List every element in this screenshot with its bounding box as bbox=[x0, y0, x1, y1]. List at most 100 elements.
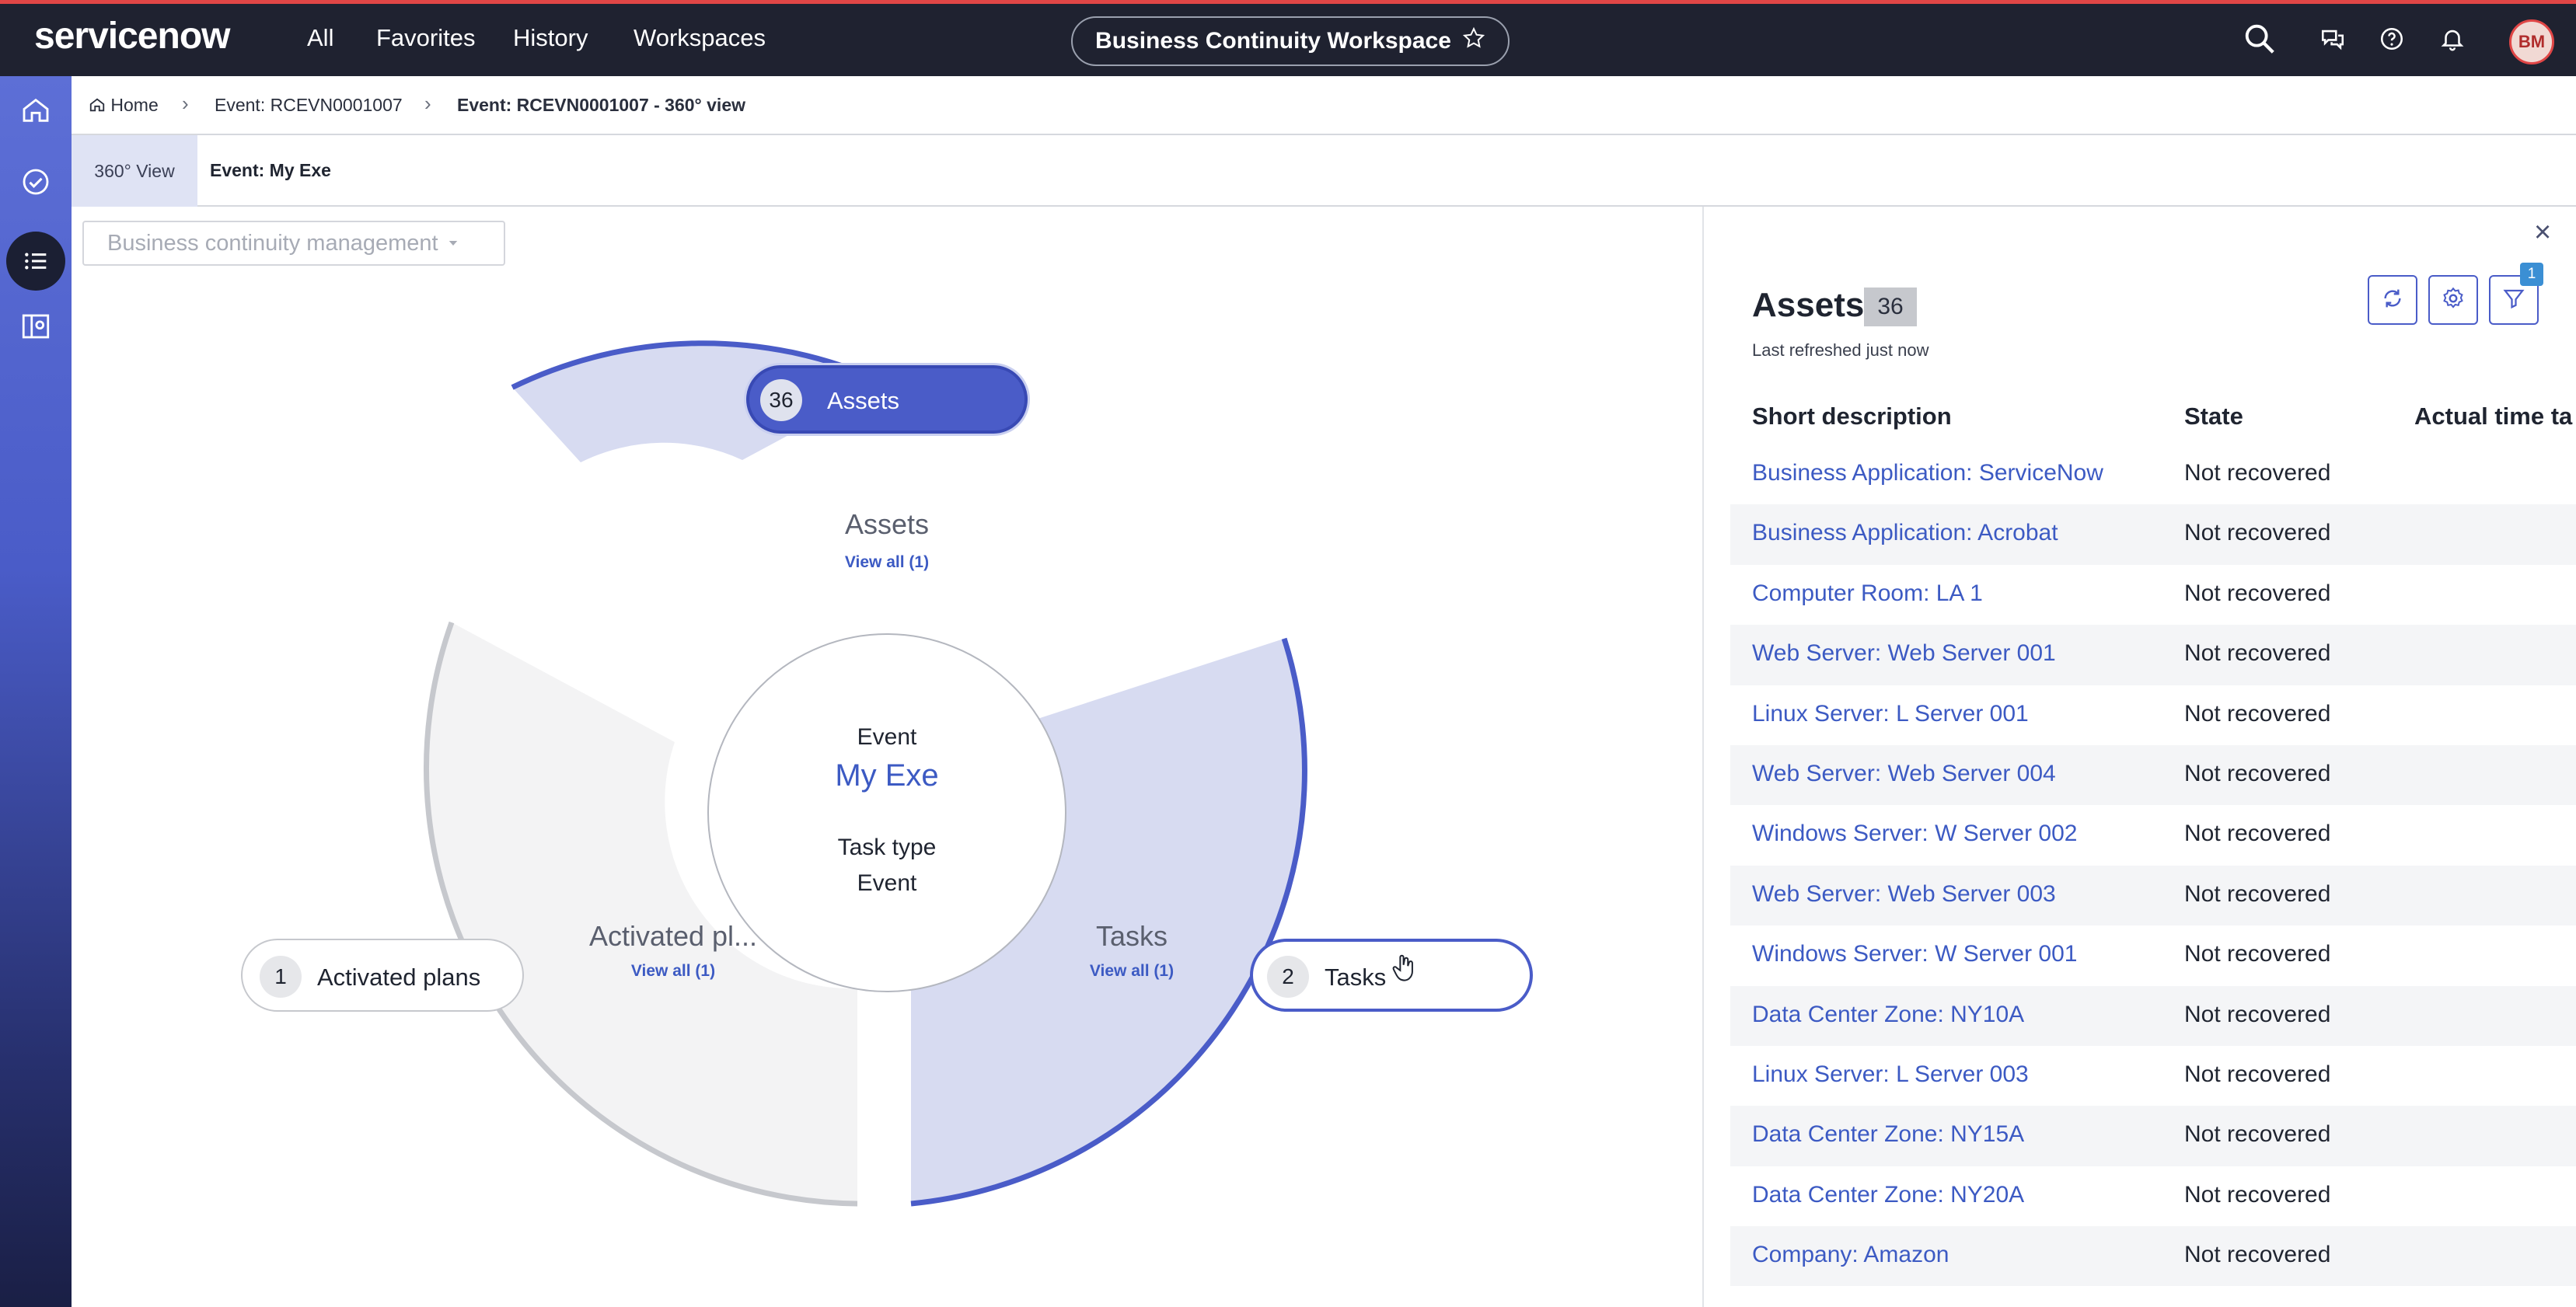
table-row: Computer Room: LA 1 Not recovered bbox=[1730, 565, 2576, 625]
column-state[interactable]: State bbox=[2184, 403, 2243, 430]
nav-workspaces[interactable]: Workspaces bbox=[634, 24, 766, 52]
home-small-icon bbox=[89, 98, 105, 112]
column-actual-time[interactable]: Actual time ta bbox=[2414, 403, 2572, 430]
row-state: Not recovered bbox=[2184, 880, 2331, 907]
row-description-link[interactable]: Computer Room: LA 1 bbox=[1752, 580, 1983, 607]
table-row: Web Server: Web Server 001 Not recovered bbox=[1730, 625, 2576, 685]
workspace-title: Business Continuity Workspace bbox=[1095, 28, 1451, 54]
settings-button[interactable] bbox=[2428, 275, 2478, 325]
row-state: Not recovered bbox=[2184, 700, 2331, 727]
table-header: Short description State Actual time ta bbox=[1730, 387, 2576, 444]
row-description-link[interactable]: Windows Server: W Server 001 bbox=[1752, 941, 2077, 967]
filter-count-badge: 1 bbox=[2520, 263, 2543, 286]
tasks-view-all-link[interactable]: View all (1) bbox=[1007, 962, 1256, 981]
tab-event[interactable]: Event: My Exe bbox=[210, 160, 331, 181]
chat-icon[interactable] bbox=[2319, 26, 2346, 56]
table-row: Linux Server: L Server 001 Not recovered bbox=[1730, 685, 2576, 745]
panel-count-badge: 36 bbox=[1864, 288, 1917, 326]
row-state: Not recovered bbox=[2184, 1061, 2331, 1087]
chevron-right-icon: › bbox=[182, 92, 189, 115]
table-row: Data Center Zone: NY15A Not recovered bbox=[1730, 1106, 2576, 1166]
row-description-link[interactable]: Data Center Zone: NY15A bbox=[1752, 1121, 2024, 1148]
plans-segment-title: Activated pl... bbox=[588, 920, 758, 952]
center-event-name[interactable]: My Exe bbox=[755, 758, 1019, 793]
assets-panel: × Assets 36 Last refreshed just now 1 Sh… bbox=[1702, 207, 2576, 1307]
row-state: Not recovered bbox=[2184, 760, 2331, 786]
chevron-right-icon: › bbox=[424, 92, 431, 115]
top-header: servicenow All Favorites History Workspa… bbox=[0, 0, 2576, 76]
assets-view-all-link[interactable]: View all (1) bbox=[755, 553, 1019, 572]
home-icon[interactable] bbox=[14, 89, 58, 132]
row-description-link[interactable]: Linux Server: L Server 003 bbox=[1752, 1061, 2029, 1088]
row-description-link[interactable]: Company: Amazon bbox=[1752, 1242, 1949, 1268]
workspace-title-pill[interactable]: Business Continuity Workspace bbox=[1071, 16, 1510, 66]
last-refreshed: Last refreshed just now bbox=[1752, 340, 1929, 360]
plans-pill-count: 1 bbox=[260, 956, 302, 998]
filter-icon bbox=[2502, 287, 2525, 314]
table-row: Linux Server: L Server 003 Not recovered bbox=[1730, 1046, 2576, 1106]
left-rail bbox=[0, 76, 72, 1307]
tasks-segment-title: Tasks bbox=[1095, 920, 1168, 952]
row-description-link[interactable]: Business Application: Acrobat bbox=[1752, 520, 2058, 546]
assets-pill[interactable]: 36 Assets bbox=[746, 365, 1028, 434]
assets-pill-label: Assets bbox=[827, 387, 900, 414]
tab-360-view[interactable]: 360° View bbox=[72, 135, 197, 207]
plans-pill-label: Activated plans bbox=[317, 964, 481, 991]
table-row: Web Server: Web Server 003 Not recovered bbox=[1730, 865, 2576, 926]
panel-title: Assets bbox=[1752, 286, 1865, 324]
activated-plans-pill[interactable]: 1 Activated plans bbox=[241, 939, 524, 1012]
servicenow-logo[interactable]: servicenow bbox=[34, 15, 230, 58]
checkmark-icon[interactable] bbox=[14, 160, 58, 204]
refresh-button[interactable] bbox=[2368, 275, 2417, 325]
row-description-link[interactable]: Windows Server: W Server 002 bbox=[1752, 821, 2077, 847]
table-row: Data Center Zone: NY10A Not recovered bbox=[1730, 985, 2576, 1046]
row-state: Not recovered bbox=[2184, 1121, 2331, 1148]
row-description-link[interactable]: Data Center Zone: NY10A bbox=[1752, 1002, 2024, 1028]
close-icon[interactable]: × bbox=[2534, 216, 2551, 249]
table-row: Business Application: Acrobat Not recover… bbox=[1730, 504, 2576, 565]
tab-bar: 360° View Event: My Exe bbox=[72, 135, 2576, 207]
table-row: Windows Server: W Server 001 Not recovere… bbox=[1730, 925, 2576, 985]
map-icon[interactable] bbox=[14, 305, 58, 348]
nav-favorites[interactable]: Favorites bbox=[376, 24, 475, 52]
row-description-link[interactable]: Linux Server: L Server 001 bbox=[1752, 701, 2029, 727]
search-icon[interactable] bbox=[2242, 21, 2278, 61]
row-state: Not recovered bbox=[2184, 1001, 2331, 1027]
assets-segment-title: Assets bbox=[844, 508, 930, 540]
list-icon[interactable] bbox=[6, 232, 65, 291]
bell-icon[interactable] bbox=[2439, 26, 2466, 56]
row-description-link[interactable]: Web Server: Web Server 003 bbox=[1752, 881, 2056, 908]
row-state: Not recovered bbox=[2184, 580, 2331, 606]
refresh-icon bbox=[2380, 286, 2405, 315]
row-description-link[interactable]: Data Center Zone: NY20A bbox=[1752, 1182, 2024, 1208]
breadcrumb-current: Event: RCEVN0001007 - 360° view bbox=[457, 95, 745, 115]
help-icon[interactable] bbox=[2379, 26, 2405, 56]
breadcrumb-event[interactable]: Event: RCEVN0001007 bbox=[215, 95, 403, 116]
column-short-description[interactable]: Short description bbox=[1752, 403, 1952, 430]
avatar[interactable]: BM bbox=[2509, 19, 2554, 64]
breadcrumb-home-label: Home bbox=[110, 95, 159, 115]
breadcrumb-home[interactable]: Home bbox=[89, 95, 159, 116]
nav-all[interactable]: All bbox=[307, 24, 333, 52]
row-state: Not recovered bbox=[2184, 1242, 2331, 1268]
assets-pill-count: 36 bbox=[760, 379, 802, 421]
nav-history[interactable]: History bbox=[513, 24, 588, 52]
center-task-type-value: Event bbox=[857, 870, 917, 896]
row-description-link[interactable]: Web Server: Web Server 004 bbox=[1752, 761, 2056, 787]
center-event-label: Event bbox=[857, 724, 917, 750]
table-row: Web Server: Web Server 004 Not recovered bbox=[1730, 744, 2576, 806]
table-row: Business Application: ServiceNow Not reco… bbox=[1730, 444, 2576, 504]
table-row: Data Center Zone: NY20A Not recovered bbox=[1730, 1166, 2576, 1226]
gear-icon bbox=[2441, 286, 2466, 315]
star-icon[interactable] bbox=[1462, 26, 1485, 56]
plans-view-all-link[interactable]: View all (1) bbox=[549, 962, 798, 981]
breadcrumb: Home › Event: RCEVN0001007 › Event: RCEV… bbox=[72, 76, 2576, 135]
row-state: Not recovered bbox=[2184, 821, 2331, 847]
row-description-link[interactable]: Business Application: ServiceNow bbox=[1752, 460, 2103, 486]
center-task-type-label: Task type bbox=[837, 835, 937, 860]
hand-cursor-icon bbox=[1391, 953, 1418, 988]
row-description-link[interactable]: Web Server: Web Server 001 bbox=[1752, 640, 2056, 667]
row-state: Not recovered bbox=[2184, 1181, 2331, 1208]
tasks-pill[interactable]: 2 Tasks bbox=[1250, 939, 1533, 1012]
main-area: Business continuity management Event My … bbox=[72, 207, 1702, 1307]
